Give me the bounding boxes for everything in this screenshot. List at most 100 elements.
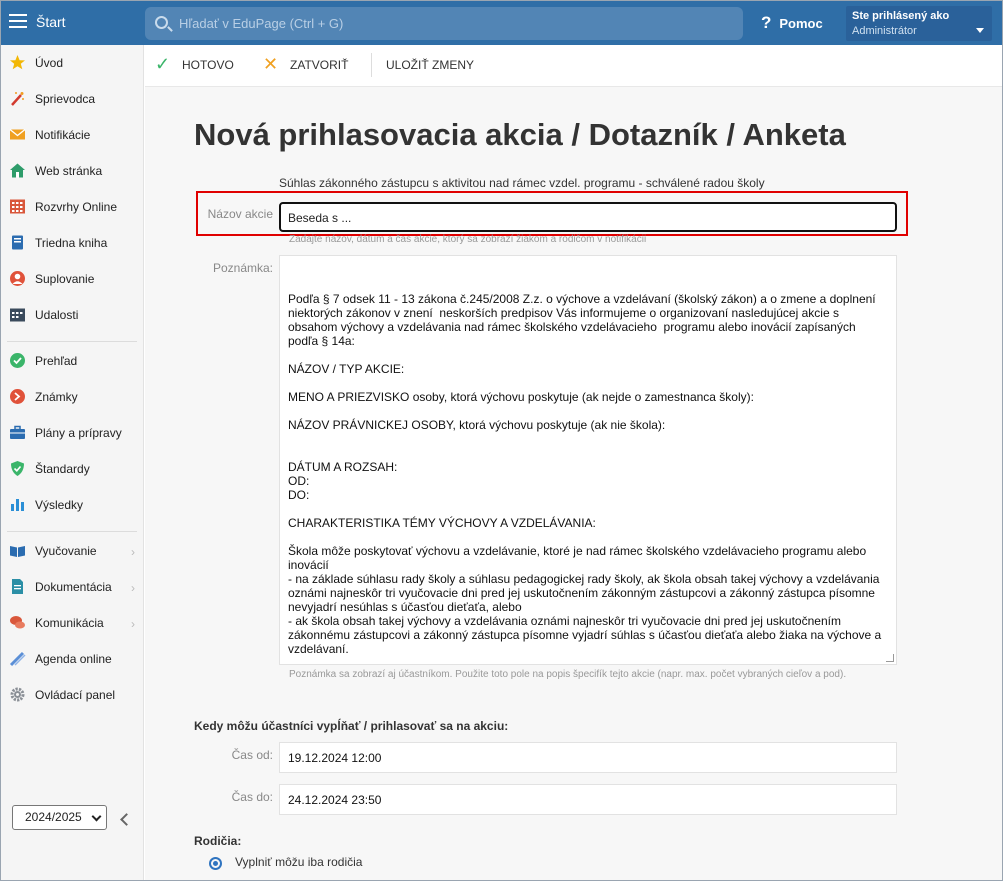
sidebar-item-ovladaci-panel[interactable]: Ovládací panel <box>1 677 143 713</box>
sidebar-item-label: Komunikácia <box>35 616 104 630</box>
collapse-sidebar-icon[interactable] <box>120 813 133 826</box>
search-icon <box>155 16 168 29</box>
sidebar-item-label: Web stránka <box>35 164 103 178</box>
sidebar: Úvod Sprievodca Notifikácie Web stránka … <box>1 45 144 880</box>
briefcase-icon <box>10 425 25 439</box>
chevron-down-icon <box>91 811 102 822</box>
page-title: Nová prihlasovacia akcia / Dotazník / An… <box>194 117 846 152</box>
document-icon <box>12 579 23 594</box>
sidebar-item-rozvrhy-online[interactable]: Rozvrhy Online <box>1 189 143 225</box>
sidebar-item-label: Ovládací panel <box>35 688 116 702</box>
chevron-right-icon: › <box>131 617 135 631</box>
close-button[interactable]: ✕ ZATVORIŤ <box>263 54 349 74</box>
sidebar-item-label: Dokumentácia <box>35 580 112 594</box>
user-menu[interactable]: Ste prihlásený ako Administrátor <box>846 6 992 41</box>
from-datetime-input[interactable]: 19.12.2024 12:00 <box>279 742 897 773</box>
sidebar-item-vyucovanie[interactable]: Vyučovanie › <box>1 533 143 569</box>
envelope-icon <box>9 128 26 140</box>
note-hint: Poznámka sa zobrazí aj účastníkom. Použi… <box>289 669 847 680</box>
event-name-input[interactable]: Beseda s ... <box>279 202 897 232</box>
close-icon: ✕ <box>263 54 279 74</box>
shield-check-icon <box>11 461 24 476</box>
chevron-down-icon <box>976 28 984 33</box>
done-button[interactable]: ✓ HOTOVO <box>155 54 234 74</box>
note-text: Podľa § 7 odsek 11 - 13 zákona č.245/200… <box>288 292 882 656</box>
sidebar-item-uvod[interactable]: Úvod <box>1 45 143 81</box>
calendar-icon <box>10 308 25 322</box>
sidebar-item-label: Triedna kniha <box>35 236 108 250</box>
sidebar-item-label: Úvod <box>35 56 64 70</box>
help-button[interactable]: ? Pomoc <box>761 13 823 33</box>
sidebar-item-dokumentacia[interactable]: Dokumentácia › <box>1 569 143 605</box>
grade-icon <box>10 389 25 404</box>
sidebar-item-label: Prehľad <box>35 354 78 368</box>
save-button[interactable]: ULOŽIŤ ZMENY <box>386 58 474 72</box>
when-heading: Kedy môžu účastníci vypĺňať / prihlasova… <box>194 719 509 733</box>
from-label: Čas od: <box>231 748 273 762</box>
school-year-value: 2024/2025 <box>25 810 82 824</box>
chevron-right-icon: › <box>131 581 135 595</box>
sidebar-item-notifikacie[interactable]: Notifikácie <box>1 117 143 153</box>
start-link[interactable]: Štart <box>36 14 66 30</box>
sidebar-item-label: Sprievodca <box>35 92 96 106</box>
note-textarea[interactable]: Podľa § 7 odsek 11 - 13 zákona č.245/200… <box>279 255 897 665</box>
sidebar-item-standardy[interactable]: Štandardy <box>1 451 143 487</box>
sidebar-item-label: Výsledky <box>35 498 84 512</box>
menu-icon[interactable] <box>9 14 27 28</box>
toolbar: ✓ HOTOVO ✕ ZATVORIŤ ULOŽIŤ ZMENY <box>145 45 1002 87</box>
calendar-grid-icon <box>10 199 25 214</box>
toolbar-divider <box>371 53 372 77</box>
help-label: Pomoc <box>779 16 823 31</box>
top-bar: Štart Hľadať v EduPage (Ctrl + G) ? Pomoc… <box>1 1 1002 45</box>
sidebar-item-label: Suplovanie <box>35 272 95 286</box>
done-label: HOTOVO <box>182 58 234 72</box>
sidebar-item-label: Štandardy <box>35 462 90 476</box>
sidebar-item-agenda-online[interactable]: Agenda online <box>1 641 143 677</box>
sidebar-item-web-stranka[interactable]: Web stránka <box>1 153 143 189</box>
sidebar-item-udalosti[interactable]: Udalosti <box>1 297 143 333</box>
sidebar-item-label: Notifikácie <box>35 128 91 142</box>
save-label: ULOŽIŤ ZMENY <box>386 58 475 72</box>
sidebar-item-label: Udalosti <box>35 308 79 322</box>
school-year-select[interactable]: 2024/2025 <box>12 805 107 830</box>
book-icon <box>12 235 23 250</box>
app-window: Štart Hľadať v EduPage (Ctrl + G) ? Pomoc… <box>0 0 1003 881</box>
sidebar-item-triedna-kniha[interactable]: Triedna kniha <box>1 225 143 261</box>
sidebar-item-prehlad[interactable]: Prehľad <box>1 343 143 379</box>
open-book-icon <box>10 546 25 557</box>
main-content: Nová prihlasovacia akcia / Dotazník / An… <box>145 87 1002 880</box>
sidebar-item-plany-a-pripravy[interactable]: Plány a prípravy <box>1 415 143 451</box>
parents-only-radio[interactable] <box>209 857 222 870</box>
question-icon: ? <box>761 13 772 32</box>
name-label: Názov akcie <box>207 207 273 221</box>
to-label: Čas do: <box>231 790 273 804</box>
sidebar-item-label: Známky <box>35 390 78 404</box>
bar-chart-icon <box>11 499 24 511</box>
sidebar-item-suplovanie[interactable]: Suplovanie <box>1 261 143 297</box>
close-label: ZATVORIŤ <box>290 58 349 72</box>
sidebar-item-komunikacia[interactable]: Komunikácia › <box>1 605 143 641</box>
person-icon <box>10 271 25 286</box>
user-label: Ste prihlásený ako <box>852 10 950 22</box>
sidebar-item-vysledky[interactable]: Výsledky <box>1 487 143 523</box>
sidebar-item-label: Vyučovanie <box>35 544 97 558</box>
gear-icon <box>10 687 25 702</box>
house-icon <box>10 163 25 178</box>
sidebar-item-znamky[interactable]: Známky <box>1 379 143 415</box>
pen-icon <box>9 651 26 667</box>
search-box[interactable]: Hľadať v EduPage (Ctrl + G) <box>145 7 743 40</box>
chat-icon <box>10 616 25 629</box>
check-circle-icon <box>10 353 25 368</box>
to-datetime-input[interactable]: 24.12.2024 23:50 <box>279 784 897 815</box>
sidebar-item-sprievodca[interactable]: Sprievodca <box>1 81 143 117</box>
user-name: Administrátor <box>852 25 917 37</box>
note-label: Poznámka: <box>212 261 273 275</box>
magic-wand-icon <box>11 92 24 106</box>
form-subtitle: Súhlas zákonného zástupcu s aktivitou na… <box>279 176 765 190</box>
check-icon: ✓ <box>155 54 171 74</box>
sidebar-divider <box>7 341 137 342</box>
sidebar-item-label: Plány a prípravy <box>35 426 122 440</box>
parents-heading: Rodičia: <box>194 834 242 848</box>
resize-grip-icon[interactable] <box>886 654 894 662</box>
parents-only-label: Vyplniť môžu iba rodičia <box>235 855 363 869</box>
